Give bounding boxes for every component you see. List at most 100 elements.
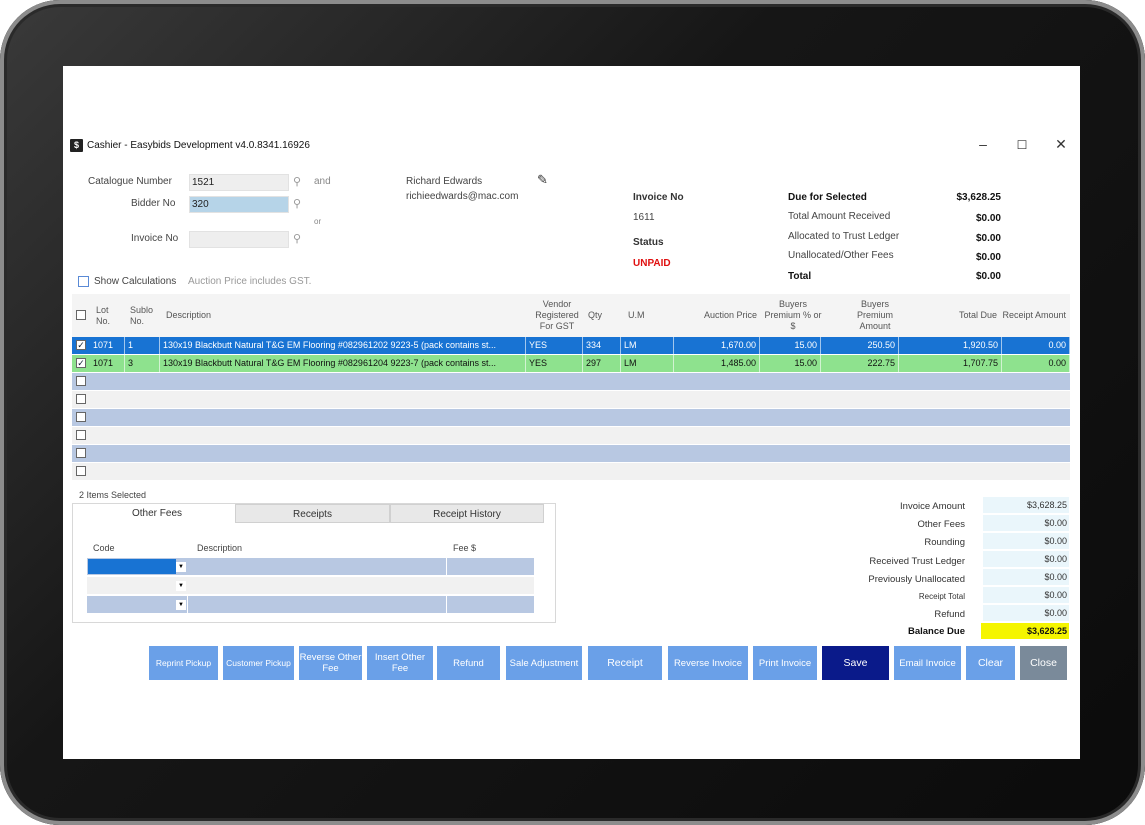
refund-label: Refund	[934, 609, 965, 620]
fee-row[interactable]: ▼	[87, 577, 534, 594]
header-description[interactable]: Description	[166, 294, 366, 337]
grid-header: Lot No. Sublo No. Description Vendor Reg…	[72, 294, 1070, 337]
total-label: Total	[788, 271, 812, 282]
table-row[interactable]	[72, 445, 1070, 463]
header-receipt-amt[interactable]: Receipt Amount	[1002, 294, 1066, 337]
invoice-amount-value: $3,628.25	[983, 497, 1069, 513]
reverse-invoice-button[interactable]: Reverse Invoice	[668, 646, 748, 680]
balance-due-value: $3,628.25	[981, 623, 1069, 639]
app-window: $ Cashier - Easybids Development v4.0.83…	[63, 66, 1080, 759]
show-calculations-checkbox[interactable]	[78, 276, 89, 287]
cell-receipt-amt[interactable]: 0.00	[1002, 355, 1070, 372]
customer-pickup-button[interactable]: Customer Pickup	[223, 646, 294, 680]
table-row[interactable]	[72, 463, 1070, 481]
header-lot[interactable]: Lot No.	[96, 294, 124, 337]
insert-other-fee-button[interactable]: Insert Other Fee	[367, 646, 433, 680]
header-sublot[interactable]: Sublo No.	[130, 294, 158, 337]
receipt-total-value: $0.00	[983, 587, 1069, 603]
close-icon[interactable]: ✕	[1051, 136, 1071, 153]
cell-um: LM	[621, 337, 674, 354]
row-checkbox[interactable]: ✓	[76, 358, 86, 368]
invoice-no-value: 1611	[633, 212, 655, 223]
invoice-search-icon[interactable]: ⚲	[293, 232, 306, 245]
cell-bp-pct: 15.00	[760, 355, 821, 372]
cell-lot: 1071	[90, 337, 125, 354]
row-checkbox[interactable]	[76, 412, 86, 422]
header-auction-price[interactable]: Auction Price	[679, 294, 757, 337]
bidder-label: Bidder No	[131, 198, 176, 209]
reverse-other-fee-button[interactable]: Reverse Other Fee	[299, 646, 362, 680]
allocated-label: Allocated to Trust Ledger	[788, 231, 900, 242]
fee-code-select[interactable]	[88, 559, 176, 574]
tab-other-fees[interactable]: Other Fees	[79, 504, 235, 523]
rounding-label: Rounding	[924, 537, 965, 548]
catalogue-search-icon[interactable]: ⚲	[293, 175, 306, 188]
cell-receipt-amt[interactable]: 0.00	[1002, 337, 1070, 354]
row-checkbox[interactable]: ✓	[76, 340, 86, 350]
row-checkbox[interactable]	[76, 448, 86, 458]
email-invoice-button[interactable]: Email Invoice	[894, 646, 961, 680]
chevron-down-icon[interactable]: ▼	[176, 581, 186, 591]
cell-vendor-gst: YES	[526, 337, 583, 354]
header-bp-pct[interactable]: Buyers Premium % or $	[764, 294, 822, 337]
bidder-search-icon[interactable]: ⚲	[293, 197, 306, 210]
table-row[interactable]: ✓ 1071 3 130x19 Blackbutt Natural T&G EM…	[72, 355, 1070, 373]
header-vendor-gst[interactable]: Vendor Registered For GST	[531, 294, 583, 337]
reprint-pickup-button[interactable]: Reprint Pickup	[149, 646, 218, 680]
or-label: or	[314, 217, 322, 226]
row-checkbox[interactable]	[76, 466, 86, 476]
print-invoice-button[interactable]: Print Invoice	[753, 646, 817, 680]
tab-receipt-history[interactable]: Receipt History	[390, 504, 544, 523]
sale-adjustment-button[interactable]: Sale Adjustment	[506, 646, 582, 680]
cell-lot: 1071	[90, 355, 125, 372]
row-checkbox[interactable]	[76, 430, 86, 440]
fee-divider	[446, 558, 447, 575]
header-qty[interactable]: Qty	[588, 294, 618, 337]
refund-button[interactable]: Refund	[437, 646, 500, 680]
status-label: Status	[633, 237, 664, 248]
invoice-search-input[interactable]	[189, 231, 289, 248]
show-calculations-label: Show Calculations	[94, 276, 177, 287]
table-row[interactable]	[72, 409, 1070, 427]
header-um[interactable]: U.M	[628, 294, 658, 337]
receipt-button[interactable]: Receipt	[588, 646, 662, 680]
table-row[interactable]	[72, 427, 1070, 445]
cell-qty: 297	[583, 355, 621, 372]
catalogue-input[interactable]: 1521	[189, 174, 289, 191]
row-checkbox[interactable]	[76, 394, 86, 404]
clear-button[interactable]: Clear	[966, 646, 1015, 680]
maximize-icon[interactable]: ☐	[1012, 138, 1032, 152]
select-all-checkbox[interactable]	[76, 310, 86, 320]
customer-name: Richard Edwards	[406, 176, 483, 187]
receipt-total-label: Receipt Total	[918, 592, 965, 601]
fees-col-fee: Fee $	[453, 543, 477, 553]
close-button[interactable]: Close	[1020, 646, 1067, 680]
bidder-input[interactable]: 320	[189, 196, 289, 213]
table-row[interactable]	[72, 373, 1070, 391]
cell-sublot: 1	[125, 337, 160, 354]
save-button[interactable]: Save	[822, 646, 889, 680]
invoice-amount-label: Invoice Amount	[900, 501, 965, 512]
fee-row[interactable]: ▼	[87, 558, 534, 575]
fee-row[interactable]: ▼	[87, 596, 534, 613]
due-selected-label: Due for Selected	[788, 192, 867, 203]
chevron-down-icon[interactable]: ▼	[176, 562, 186, 572]
table-row[interactable]	[72, 391, 1070, 409]
edit-pencil-icon[interactable]: ✎	[537, 172, 548, 188]
cell-um: LM	[621, 355, 674, 372]
table-row[interactable]: ✓ 1071 1 130x19 Blackbutt Natural T&G EM…	[72, 337, 1070, 355]
row-checkbox[interactable]	[76, 376, 86, 386]
prev-unallocated-value: $0.00	[983, 569, 1069, 585]
cell-sublot: 3	[125, 355, 160, 372]
chevron-down-icon[interactable]: ▼	[176, 600, 186, 610]
tab-receipts[interactable]: Receipts	[235, 504, 390, 523]
header-total-due[interactable]: Total Due	[922, 294, 997, 337]
items-selected-count: 2 Items Selected	[79, 490, 147, 500]
unallocated-value: $0.00	[975, 252, 1001, 263]
gst-note: Auction Price includes GST.	[188, 276, 312, 287]
minimize-icon[interactable]: –	[973, 136, 993, 152]
other-fees-label: Other Fees	[917, 519, 965, 530]
header-bp-amt[interactable]: Buyers Premium Amount	[842, 294, 908, 337]
cell-auction-price: 1,670.00	[674, 337, 760, 354]
app-icon: $	[70, 139, 83, 152]
